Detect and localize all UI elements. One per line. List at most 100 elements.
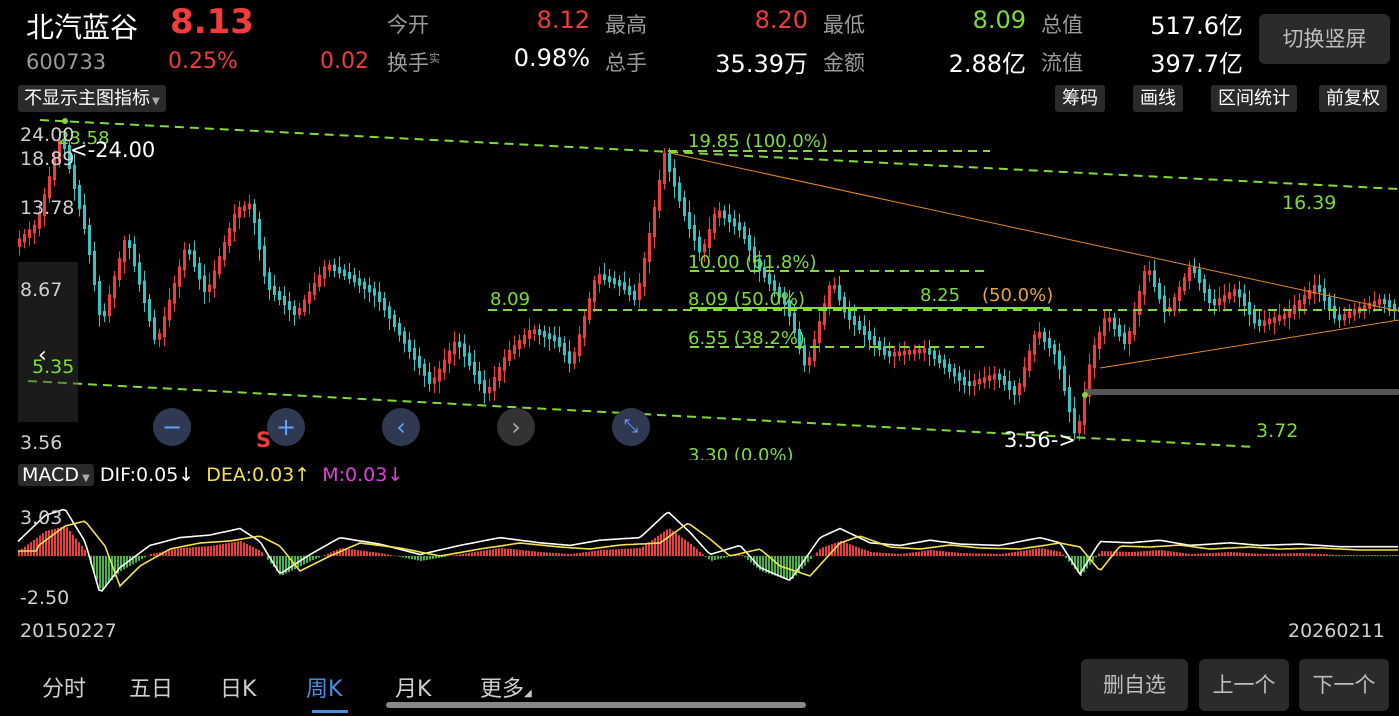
candle (1048, 338, 1051, 349)
kline-chart[interactable]: 19.85 (100.0%) 10.00 (61.8%) 8.09 (50.0%… (0, 115, 1399, 460)
remove-watchlist-button[interactable]: 删自选 (1081, 659, 1188, 711)
switch-portrait-button[interactable]: 切换竖屏 (1259, 14, 1390, 64)
macd-bar (327, 553, 329, 556)
macd-bar (378, 552, 380, 556)
candle (683, 197, 686, 217)
chips-button[interactable]: 筹码 (1055, 85, 1105, 112)
macd-bar (810, 556, 812, 559)
macd-bar (1209, 553, 1211, 556)
macd-bar (654, 538, 656, 556)
macd-bar (366, 551, 368, 556)
draw-line-button[interactable]: 画线 (1133, 85, 1183, 112)
macd-bar (216, 545, 218, 556)
candle (523, 335, 526, 344)
candle (858, 321, 861, 330)
candle (1303, 295, 1306, 304)
macd-bar (1338, 554, 1340, 556)
macd-bar (51, 529, 53, 556)
candle (553, 335, 556, 342)
tab-five-day[interactable]: 五日 (129, 671, 173, 703)
candle (443, 359, 446, 373)
macd-bar (1116, 551, 1118, 556)
macd-bar (699, 551, 701, 556)
tab-monthly-k[interactable]: 月K (395, 671, 431, 703)
macd-bar (372, 552, 374, 556)
candle (828, 285, 831, 308)
candle (358, 278, 361, 286)
macd-bar (483, 550, 485, 556)
tab-intraday[interactable]: 分时 (42, 671, 86, 703)
triangle-lower-line (1099, 319, 1399, 369)
macd-bar (897, 553, 899, 556)
y-label-3: 3.56 (20, 432, 63, 454)
candle (448, 350, 451, 364)
minus-icon[interactable]: − (153, 408, 191, 446)
candle (1338, 314, 1341, 321)
tab-more[interactable]: 更多◢ (480, 671, 532, 703)
macd-bar (933, 550, 935, 556)
range-stats-button[interactable]: 区间统计 (1211, 85, 1297, 112)
macd-bar (171, 549, 173, 556)
chevron-right-icon[interactable]: › (497, 408, 535, 446)
candle (1248, 302, 1251, 315)
candle (1093, 345, 1096, 369)
macd-bar (1251, 553, 1253, 556)
macd-bar (1317, 553, 1319, 556)
candle (673, 167, 676, 187)
macd-bar (918, 551, 920, 556)
candle (478, 371, 481, 385)
chevron-left-icon[interactable]: ‹ (382, 408, 420, 446)
macd-bar (960, 553, 962, 556)
macd-bar (1284, 553, 1286, 556)
candle (308, 291, 311, 304)
macd-bar (1392, 555, 1394, 556)
macd-bar (210, 546, 212, 556)
tab-weekly-k[interactable]: 周K (306, 671, 342, 703)
macd-bar (975, 553, 977, 556)
macd-bar (213, 545, 215, 556)
collapse-icon[interactable]: ⤡ (612, 408, 650, 446)
macd-bar (1380, 555, 1382, 556)
macd-bar (120, 556, 122, 571)
candle (1158, 283, 1161, 300)
candle (1233, 289, 1236, 297)
candle (418, 355, 421, 368)
macd-bar (201, 546, 203, 556)
macd-bar (1020, 551, 1022, 556)
next-button[interactable]: 下一个 (1299, 659, 1389, 711)
candle (943, 359, 946, 368)
macd-bar (78, 542, 80, 556)
scroll-indicator[interactable] (386, 702, 806, 708)
plus-icon[interactable]: + (267, 408, 305, 446)
candle (913, 349, 916, 355)
forward-adjust-button[interactable]: 前复权 (1319, 85, 1387, 112)
previous-button[interactable]: 上一个 (1199, 659, 1289, 711)
candle (1193, 267, 1196, 273)
chevron-left-small-icon[interactable]: ‹ (38, 343, 47, 368)
tab-daily-k[interactable]: 日K (220, 671, 256, 703)
macd-dif: DIF:0.05↓ (99, 464, 195, 486)
macd-bar (1296, 553, 1298, 556)
macd-bar (1275, 553, 1277, 556)
max-label: <-24.00 (70, 138, 155, 162)
macd-dropdown[interactable]: MACD ▼ (18, 464, 94, 486)
macd-bar (684, 539, 686, 556)
candle (1263, 320, 1266, 326)
indicator-dropdown[interactable]: 不显示主图指标 ▼ (18, 85, 166, 112)
candle (918, 348, 921, 354)
candle (98, 281, 101, 315)
candle (1218, 298, 1221, 306)
candle (1178, 287, 1181, 301)
candle (298, 308, 301, 315)
macd-bar (30, 542, 32, 556)
macd-bar (1140, 551, 1142, 556)
macd-bar (1200, 553, 1202, 556)
macd-chart[interactable] (0, 490, 1399, 610)
macd-bar (48, 530, 50, 556)
macd-bar (225, 543, 227, 556)
candle (1333, 305, 1336, 319)
macd-bar (927, 550, 929, 556)
macd-bar (618, 549, 620, 556)
macd-bar (1164, 550, 1166, 556)
macd-bar (228, 543, 230, 556)
